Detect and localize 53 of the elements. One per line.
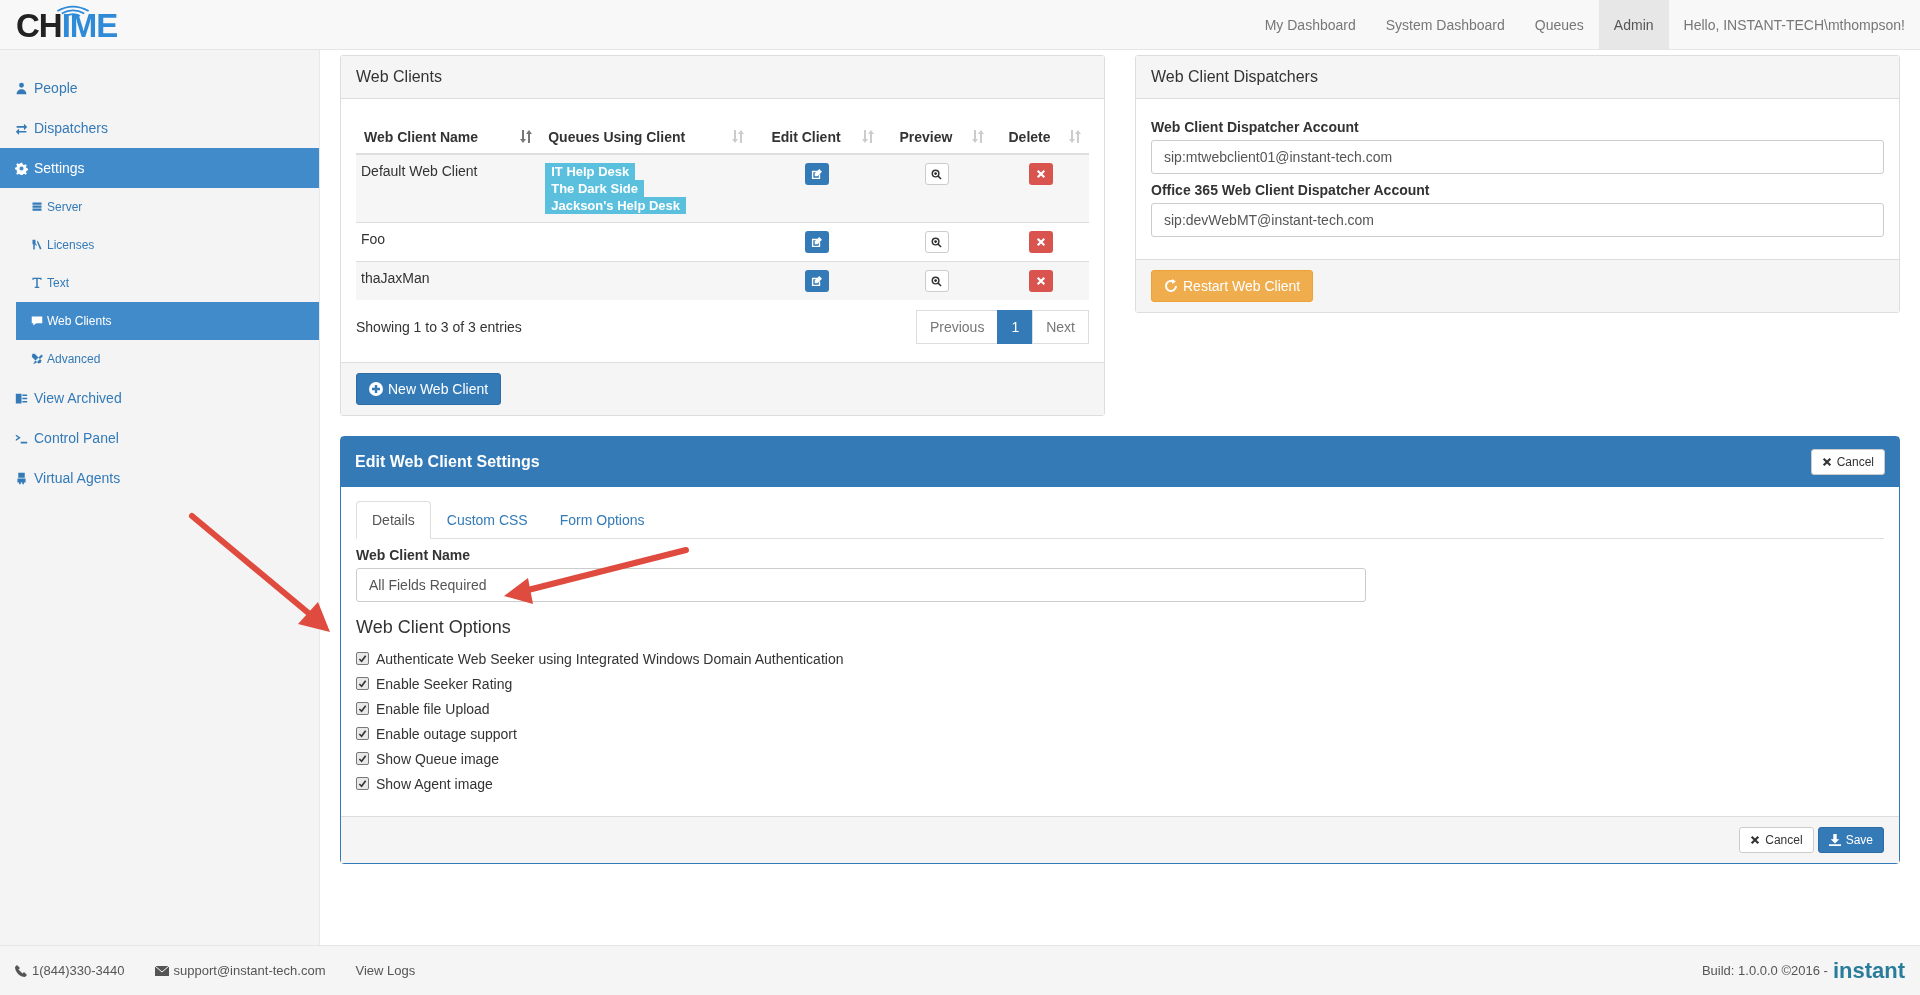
section-heading: Web Client Options: [356, 617, 512, 638]
sidebar-subitem[interactable]: Advanced: [16, 340, 319, 378]
email-link[interactable]: support@instant-tech.com: [154, 963, 326, 978]
sidebar-subitem[interactable]: Web Clients: [16, 302, 319, 340]
input-field[interactable]: sip:mtwebclient01@instant-tech.com: [1151, 140, 1884, 174]
phone-number: 1(844)330-3440: [15, 963, 125, 978]
pagination-link[interactable]: 1: [997, 310, 1034, 344]
tab[interactable]: Form Options: [543, 501, 661, 539]
field-label: Web Client Dispatcher Account: [1151, 119, 1360, 135]
build-info: Build: 1.0.0.0 ©2016 -: [1701, 963, 1828, 978]
checkbox-label: Enable Seeker Rating: [376, 675, 513, 692]
queue-tag: Jackson's Help Desk: [545, 197, 687, 214]
panel-title: Edit Web Client Settings: [355, 453, 540, 471]
nav-link[interactable]: System Dashboard: [1370, 0, 1520, 49]
checkbox-label: Show Queue image: [376, 750, 499, 767]
cancel-button[interactable]: Cancel: [1739, 827, 1814, 853]
queue-tag: The Dark Side: [545, 180, 644, 197]
user-greeting-link[interactable]: Hello, INSTANT-TECH\mthompson!: [1668, 0, 1920, 49]
checkbox-label: Authenticate Web Seeker using Integrated Windows Domain Authentication: [376, 650, 844, 667]
cancel-button[interactable]: Cancel: [1810, 449, 1885, 475]
field-label: Office 365 Web Client Dispatcher Account: [1151, 182, 1431, 198]
new-web-client-button[interactable]: New Web Client: [356, 373, 502, 405]
panel-title: Web Client Dispatchers: [1151, 68, 1318, 85]
panel-title: Web Clients: [356, 68, 442, 85]
sidebar-item[interactable]: Virtual Agents: [0, 458, 319, 498]
checkbox-label: Enable file Upload: [376, 700, 490, 717]
table-cell: Default Web Client: [356, 154, 541, 223]
nav-link[interactable]: Queues: [1519, 0, 1599, 49]
sidebar-item[interactable]: People: [0, 68, 319, 108]
queue-tag: IT Help Desk: [545, 163, 636, 180]
sidebar-item[interactable]: Settings: [0, 148, 319, 188]
entries-info: Showing 1 to 3 of 3 entries: [356, 319, 522, 335]
checkbox-label: Show Agent image: [376, 775, 493, 792]
field-label: Web Client Name: [356, 547, 472, 563]
table-cell: thaJaxMan: [356, 261, 541, 300]
nav-link[interactable]: My Dashboard: [1249, 0, 1371, 49]
instant-logo: instant: [1832, 957, 1905, 984]
sidebar-item[interactable]: Control Panel: [0, 418, 319, 458]
nav-link[interactable]: Admin: [1598, 0, 1669, 49]
chime-logo[interactable]: CHIME: [0, 0, 176, 49]
tab[interactable]: Custom CSS: [430, 501, 544, 539]
input-field[interactable]: sip:devWebMT@instant-tech.com: [1151, 203, 1884, 237]
tab[interactable]: Details: [356, 501, 431, 539]
checkbox-label: Enable outage support: [376, 725, 517, 742]
view-logs-link[interactable]: View Logs: [355, 963, 416, 978]
sidebar-item[interactable]: View Archived: [0, 378, 319, 418]
sidebar-subitem[interactable]: Licenses: [16, 226, 319, 264]
sidebar-subitem[interactable]: Text: [16, 264, 319, 302]
sidebar-subitem[interactable]: Server: [16, 188, 319, 226]
pagination-link[interactable]: Next: [1032, 310, 1089, 344]
save-button[interactable]: Save: [1817, 827, 1884, 853]
input-field[interactable]: All Fields Required: [356, 568, 1366, 602]
sidebar-item[interactable]: Dispatchers: [0, 108, 319, 148]
